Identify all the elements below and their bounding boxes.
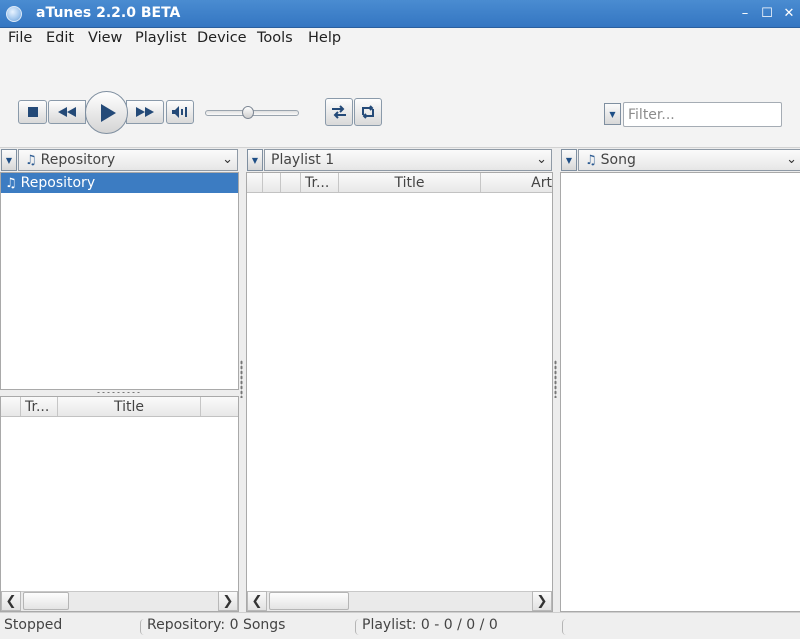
menu-view[interactable]: View	[88, 30, 122, 46]
stop-button[interactable]	[18, 100, 47, 124]
repeat-button[interactable]	[354, 98, 382, 126]
vertical-splitter-grip[interactable]	[240, 360, 243, 398]
scroll-right-button[interactable]: ❯	[532, 591, 552, 611]
mute-button[interactable]	[166, 100, 194, 124]
play-icon	[100, 103, 116, 122]
player-status: Stopped	[4, 617, 63, 633]
shuffle-button[interactable]	[325, 98, 353, 126]
tree-item-label: Repository	[20, 175, 96, 191]
menu-tools[interactable]: Tools	[257, 30, 293, 46]
horizontal-scrollbar[interactable]: ❮ ❯	[247, 591, 552, 611]
context-options-button[interactable]: ▼	[561, 149, 577, 171]
status-bar: Stopped Repository: 0 Songs Playlist: 0 …	[0, 612, 800, 639]
repository-status: Repository: 0 Songs	[147, 617, 286, 633]
minimize-icon[interactable]: –	[738, 7, 752, 21]
stop-icon	[27, 107, 38, 117]
playlist-status: Playlist: 0 - 0 / 0 / 0	[362, 617, 498, 633]
previous-button[interactable]	[48, 100, 86, 124]
scrollbar-thumb[interactable]	[269, 592, 349, 610]
scroll-right-button[interactable]: ❯	[218, 591, 238, 611]
navigator-view-selector[interactable]: ♫ Repository ⌄	[18, 149, 238, 171]
navigator-options-button[interactable]: ▼	[1, 149, 17, 171]
playlist-selector-label: Playlist 1	[271, 152, 335, 168]
column-header-blank[interactable]	[1, 397, 21, 416]
chevron-down-icon: ⌄	[786, 152, 797, 167]
next-icon	[136, 107, 154, 117]
chevron-right-icon: ❯	[536, 593, 548, 609]
dropdown-triangle-icon: ▼	[609, 109, 616, 119]
context-selector-label: Song	[600, 152, 636, 168]
maximize-icon[interactable]: ☐	[760, 7, 774, 21]
dropdown-triangle-icon: ▼	[565, 155, 573, 165]
music-note-icon: ♫	[5, 175, 17, 191]
repository-tree[interactable]: ♫ Repository	[0, 172, 239, 390]
status-separator	[355, 619, 359, 635]
menu-file[interactable]: File	[8, 30, 32, 46]
context-info-panel	[560, 172, 800, 612]
status-separator	[562, 619, 566, 635]
column-header-status[interactable]	[263, 173, 281, 192]
column-header-title[interactable]: Title	[58, 397, 201, 416]
app-logo-icon	[6, 6, 22, 22]
chevron-left-icon: ❮	[5, 593, 17, 609]
column-header-title[interactable]: Title	[339, 173, 481, 192]
previous-icon	[58, 107, 76, 117]
column-header-favorite[interactable]	[281, 173, 301, 192]
chevron-right-icon: ❯	[222, 593, 234, 609]
column-header-track[interactable]: Tr...	[21, 397, 58, 416]
music-note-icon: ♫	[585, 152, 597, 168]
filter-input[interactable]	[623, 102, 782, 127]
play-button[interactable]	[85, 91, 128, 134]
chevron-left-icon: ❮	[251, 593, 263, 609]
vertical-splitter-grip[interactable]	[554, 360, 557, 398]
playlist-table[interactable]: Tr... Title Art ❮ ❯	[246, 172, 553, 612]
repeat-icon	[362, 105, 374, 119]
navigator-song-table[interactable]: Tr... Title ❮ ❯	[0, 396, 239, 612]
window-title: aTunes 2.2.0 BETA	[36, 5, 181, 21]
menu-bar: File Edit View Playlist Device Tools Hel…	[0, 28, 800, 52]
scrollbar-thumb[interactable]	[23, 592, 69, 610]
menu-playlist[interactable]: Playlist	[135, 30, 187, 46]
menu-device[interactable]: Device	[197, 30, 247, 46]
tree-item-repository[interactable]: ♫ Repository	[1, 173, 238, 193]
chevron-down-icon: ⌄	[222, 152, 233, 167]
dropdown-triangle-icon: ▼	[251, 155, 259, 165]
scroll-left-button[interactable]: ❮	[1, 591, 21, 611]
context-view-selector[interactable]: ♫ Song ⌄	[578, 149, 800, 171]
navigator-selector-label: Repository	[40, 152, 116, 168]
column-header-artist[interactable]: Art	[481, 173, 552, 192]
volume-icon	[172, 106, 187, 118]
column-header-blank[interactable]	[247, 173, 263, 192]
music-note-icon: ♫	[25, 152, 37, 168]
chevron-down-icon: ⌄	[536, 152, 547, 167]
menu-help[interactable]: Help	[308, 30, 341, 46]
column-header-track[interactable]: Tr...	[301, 173, 339, 192]
filter-options-button[interactable]: ▼	[604, 103, 621, 125]
playlist-selector[interactable]: Playlist 1 ⌄	[264, 149, 552, 171]
next-button[interactable]	[126, 100, 164, 124]
title-bar[interactable]: aTunes 2.2.0 BETA – ☐ ✕	[0, 0, 800, 28]
playlist-options-button[interactable]: ▼	[247, 149, 263, 171]
column-header-extra[interactable]	[201, 397, 238, 416]
volume-slider-knob[interactable]	[241, 106, 254, 119]
scroll-left-button[interactable]: ❮	[247, 591, 267, 611]
dropdown-triangle-icon: ▼	[5, 155, 13, 165]
menu-edit[interactable]: Edit	[46, 30, 74, 46]
table-header: Tr... Title Art	[247, 173, 552, 193]
horizontal-splitter-grip[interactable]	[96, 391, 142, 394]
table-header: Tr... Title	[1, 397, 238, 417]
horizontal-scrollbar[interactable]: ❮ ❯	[1, 591, 238, 611]
close-icon[interactable]: ✕	[782, 7, 796, 21]
status-separator	[140, 619, 144, 635]
shuffle-icon	[332, 105, 346, 119]
